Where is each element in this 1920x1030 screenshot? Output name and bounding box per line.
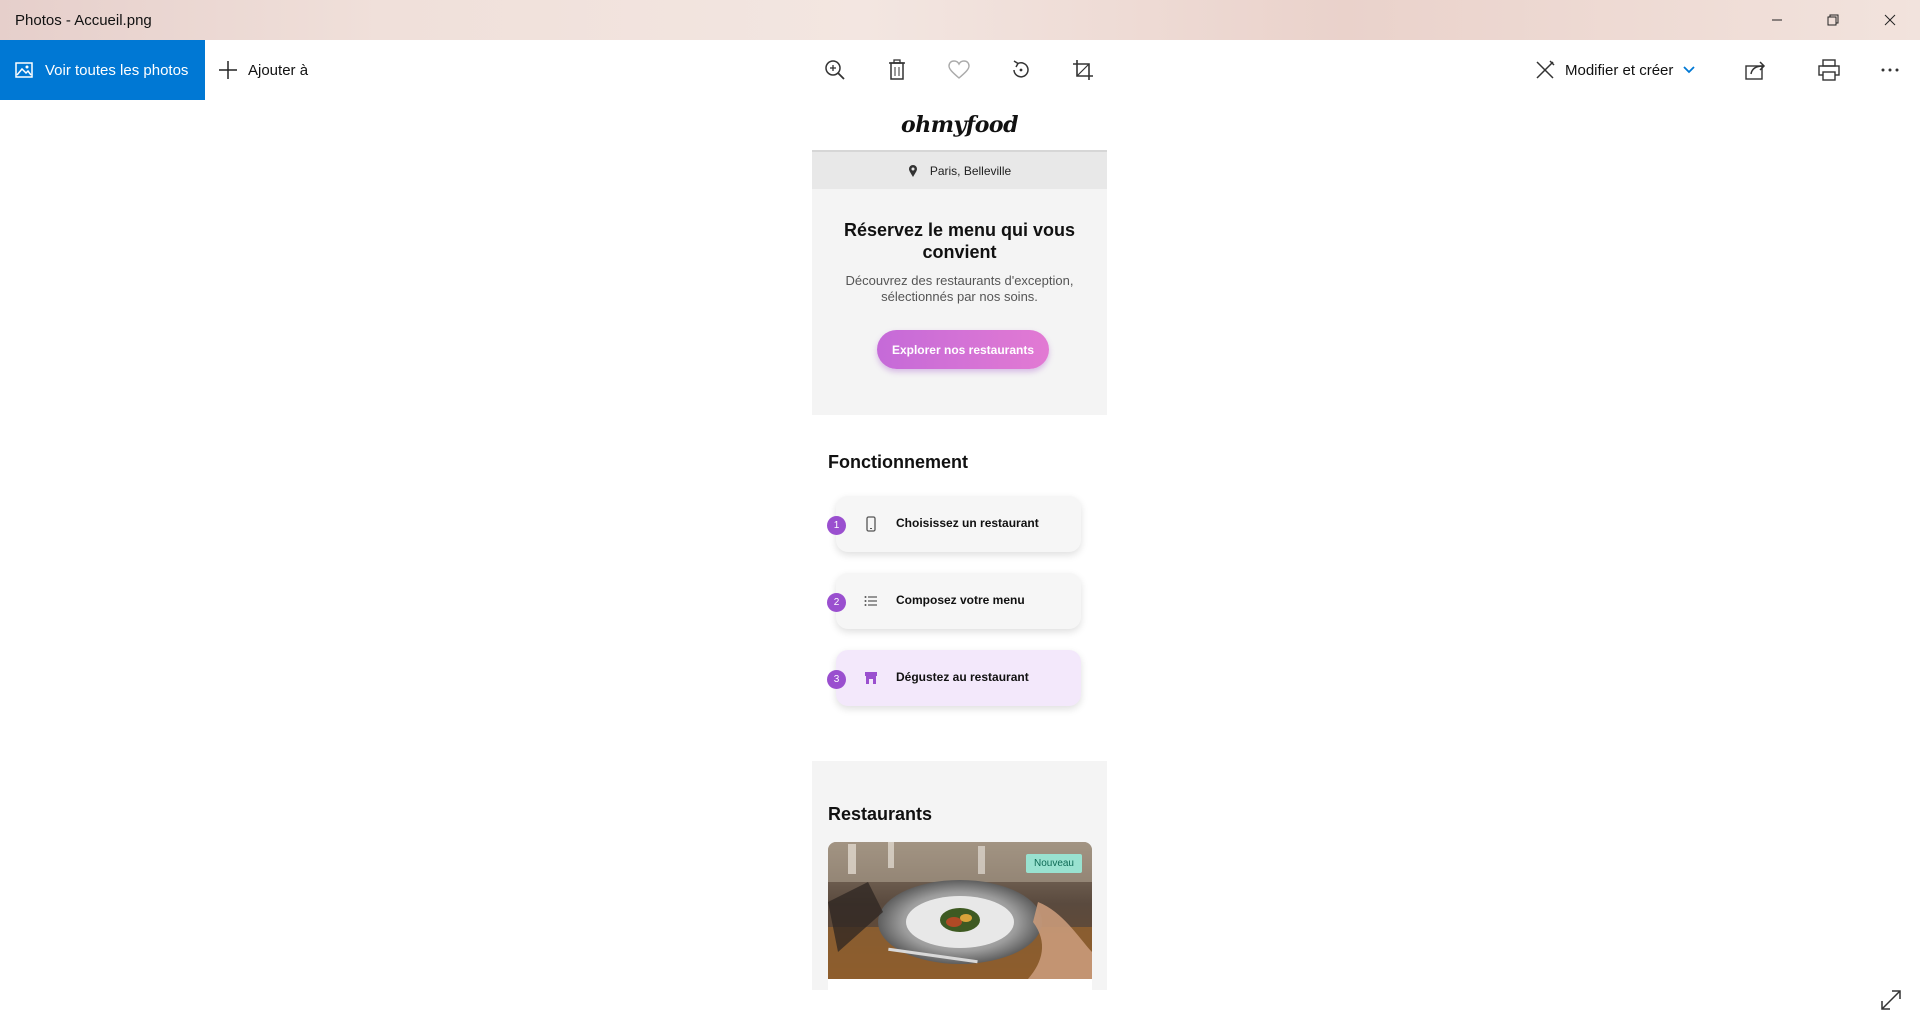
close-icon [1884,14,1896,26]
step-card: 3 Dégustez au restaurant [827,650,1081,706]
add-to-label: Ajouter à [248,61,309,79]
trash-icon [889,59,905,80]
see-all-photos-label: Voir toutes les photos [45,61,189,79]
crop-icon [1073,60,1093,80]
share-icon [1745,61,1766,80]
location-pin-icon [908,164,917,177]
step-number: 2 [827,593,846,612]
explore-restaurants-button: Explorer nos restaurants [877,330,1049,369]
hero-title: Réservez le menu qui vous convient [843,220,1076,262]
add-to-button[interactable]: Ajouter à [218,40,308,100]
brand-logo: ohmyfood [901,112,1018,138]
edit-create-icon [1536,60,1555,79]
restore-icon [1827,14,1839,26]
hero-subtitle: Découvrez des restaurants d'exception, s… [845,273,1074,304]
store-icon [862,668,880,688]
print-button[interactable] [1806,40,1852,100]
plus-icon [219,61,237,79]
location-bar: Paris, Belleville [812,150,1107,189]
location-text: Paris, Belleville [929,163,1012,178]
favorite-button[interactable] [936,40,982,100]
fullscreen-button[interactable] [1876,985,1906,1015]
more-options-button[interactable] [1867,40,1913,100]
zoom-in-icon [825,60,845,80]
phone-icon [862,514,880,534]
step-label: Dégustez au restaurant [896,670,1029,684]
delete-button[interactable] [874,40,920,100]
displayed-image: ohmyfood Paris, Belleville Réservez le m… [812,100,1107,990]
edit-create-button[interactable]: Modifier et créer [1535,40,1696,100]
step-card: 1 Choisissez un restaurant [827,496,1081,552]
crop-button[interactable] [1060,40,1106,100]
list-icon [862,591,880,611]
chevron-down-icon [1683,66,1696,74]
rotate-button[interactable] [998,40,1044,100]
window-title: Photos - Accueil.png [15,11,152,29]
share-button[interactable] [1733,40,1779,100]
new-badge: Nouveau [1025,854,1082,873]
zoom-button[interactable] [812,40,858,100]
edit-create-label: Modifier et créer [1565,61,1674,79]
heart-icon [948,60,970,79]
step-number: 3 [827,670,846,689]
expand-icon [1881,990,1901,1010]
howto-title: Fonctionnement [828,452,968,472]
print-icon [1818,59,1840,81]
minimize-button[interactable] [1749,0,1805,40]
restaurant-photo: Nouveau [828,842,1092,979]
title-bar: Photos - Accueil.png [0,0,1920,40]
see-all-photos-button[interactable]: Voir toutes les photos [0,40,205,100]
restaurants-section: Restaurants Nouveau [812,761,1107,990]
more-icon [1881,68,1899,72]
step-number: 1 [827,516,846,535]
toolbar: Voir toutes les photos Ajouter à Modifie… [0,40,1920,100]
photos-icon [15,62,33,78]
restaurants-title: Restaurants [828,804,933,824]
close-button[interactable] [1862,0,1918,40]
card-body [828,979,1092,990]
step-label: Composez votre menu [896,593,1025,607]
step-label: Choisissez un restaurant [896,516,1039,530]
restore-button[interactable] [1805,0,1861,40]
hero-section: Réservez le menu qui vous convient Décou… [812,189,1107,415]
step-card: 2 Composez votre menu [827,573,1081,629]
minimize-icon [1772,19,1782,21]
rotate-icon [1013,60,1029,78]
